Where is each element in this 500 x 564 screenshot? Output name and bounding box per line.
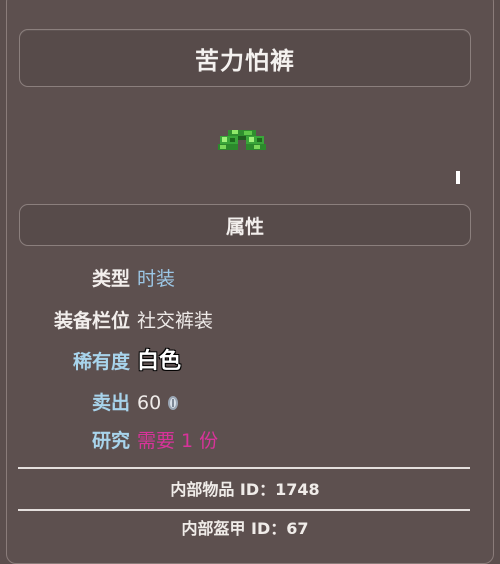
property-value: 需要 1 份 <box>137 430 219 452</box>
property-row-research: 研究 需要 1 份 <box>0 426 480 456</box>
scroll-indicator <box>456 171 460 184</box>
property-row-type: 类型 时装 <box>0 264 480 294</box>
divider <box>18 467 470 469</box>
creeper-pants-sprite-icon <box>218 130 266 150</box>
attributes-header: 属性 <box>19 204 471 246</box>
property-label: 研究 <box>91 430 130 452</box>
silver-coin-icon <box>168 396 179 410</box>
property-label: 卖出 <box>91 392 130 414</box>
internal-item-id: 内部物品 ID：1748 <box>170 480 320 499</box>
property-value: 社交裤装 <box>137 310 214 332</box>
property-row-sell: 卖出 60 <box>0 388 480 418</box>
property-row-slot: 装备栏位 社交裤装 <box>0 306 480 336</box>
item-title-box: 苦力怕裤 <box>19 29 471 87</box>
property-label: 类型 <box>91 268 130 290</box>
divider <box>18 509 470 511</box>
internal-armor-id: 内部盔甲 ID：67 <box>181 519 309 538</box>
item-name: 苦力怕裤 <box>195 46 295 75</box>
property-value: 时装 <box>137 268 176 290</box>
property-row-rarity: 稀有度 白色 <box>0 347 480 377</box>
sell-price: 60 <box>137 392 162 414</box>
attributes-title: 属性 <box>225 215 264 238</box>
property-label: 稀有度 <box>72 351 130 373</box>
property-label: 装备栏位 <box>53 310 130 332</box>
property-value: 60 <box>137 388 179 418</box>
property-value: 白色 <box>137 349 182 374</box>
